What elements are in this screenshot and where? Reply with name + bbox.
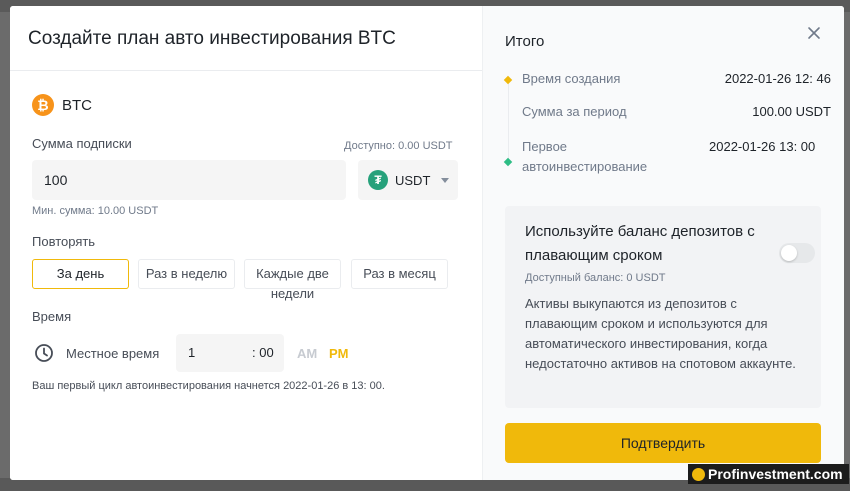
summary-first-invest-label: Первое автоинвестирование [522,139,648,174]
repeat-label: Повторять [32,234,96,249]
summary-first-invest-value: 2022-01-26 13: 00 [709,139,816,154]
time-minutes[interactable]: : 00 [252,345,274,360]
first-cycle-note: Ваш первый цикл автоинвестирования начне… [32,380,385,392]
pm-option[interactable]: PM [329,346,349,361]
summary-created-value: 2022-01-26 12: 46 [724,71,831,86]
available-balance: Доступно: 0.00 USDT [344,140,453,152]
toggle-knob [781,245,797,261]
coin-row: ₿ BTC [32,94,92,116]
bitcoin-icon: ₿ [32,94,54,116]
flexible-balance: Доступный баланс: 0 USDT [525,272,666,284]
confirm-button[interactable]: Подтвердить [505,423,821,463]
currency-select[interactable]: ₮ USDT [358,160,458,200]
clock-icon [35,344,53,362]
watermark-mark [692,467,705,481]
am-option[interactable]: AM [297,346,317,361]
summary-period-label: Сумма за период [522,104,627,119]
time-label: Время [32,309,72,324]
frequency-weekly[interactable]: Раз в неделю [138,259,235,289]
summary-panel: Итого Время создания 2022-01-26 12: 46 С… [482,6,844,480]
watermark-text: Profinvestment.com [708,466,843,482]
subscription-amount-label: Сумма подписки [32,136,132,151]
frequency-daily[interactable]: За день [32,259,129,289]
time-hour[interactable]: 1 [188,345,195,360]
timeline-line [508,83,509,163]
flexible-deposit-title: Используйте баланс депозитов с плавающим… [525,223,755,264]
timeline-end-dot [503,157,513,167]
summary-period-value: 100.00 USDT [752,104,831,119]
subscription-amount-input[interactable] [32,160,346,200]
frequency-biweekly[interactable]: Каждые две недели [244,259,341,301]
auto-invest-modal: Создайте план авто инвестирования BTC ₿ … [10,6,844,480]
flexible-deposit-toggle[interactable] [779,243,815,263]
tether-icon: ₮ [368,170,388,190]
coin-name: BTC [62,96,92,114]
frequency-monthly[interactable]: Раз в месяц [351,259,448,289]
title-divider [10,70,482,71]
flexible-deposit-description: Активы выкупаются из депозитов с плавающ… [525,296,796,371]
plan-form-panel: Создайте план авто инвестирования BTC ₿ … [10,6,482,480]
time-picker[interactable]: 1 : 00 [176,334,284,372]
local-time-label: Местное время [66,346,160,361]
watermark-logo: Profinvestment.com [688,464,849,484]
caret-down-icon [441,177,450,183]
min-sum-hint: Мин. сумма: 10.00 USDT [32,205,159,217]
timeline-start-dot [503,75,513,85]
flexible-deposit-card: Используйте баланс депозитов с плавающим… [505,206,821,408]
close-icon[interactable] [807,26,821,40]
summary-created-label: Время создания [522,71,621,86]
currency-label: USDT [395,172,431,188]
summary-title: Итого [505,33,545,50]
modal-title: Создайте план авто инвестирования BTC [28,28,396,49]
